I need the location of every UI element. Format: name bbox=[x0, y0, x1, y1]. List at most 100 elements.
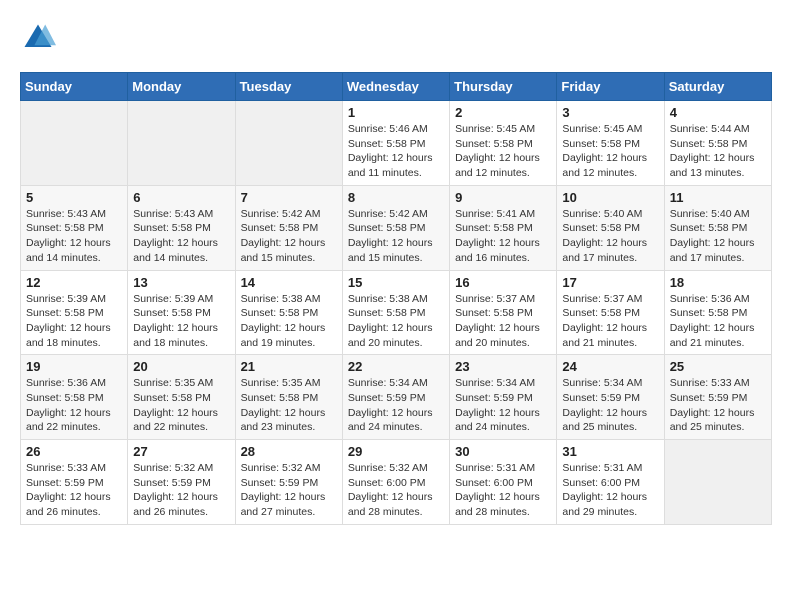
day-number: 14 bbox=[241, 275, 337, 290]
day-info: Sunrise: 5:35 AM Sunset: 5:58 PM Dayligh… bbox=[241, 376, 337, 435]
day-number: 15 bbox=[348, 275, 444, 290]
day-cell: 3 Sunrise: 5:45 AM Sunset: 5:58 PM Daylig… bbox=[557, 101, 664, 186]
day-info: Sunrise: 5:34 AM Sunset: 5:59 PM Dayligh… bbox=[455, 376, 551, 435]
day-number: 12 bbox=[26, 275, 122, 290]
weekday-header-row: SundayMondayTuesdayWednesdayThursdayFrid… bbox=[21, 73, 772, 101]
day-cell: 12 Sunrise: 5:39 AM Sunset: 5:58 PM Dayli… bbox=[21, 270, 128, 355]
day-cell: 9 Sunrise: 5:41 AM Sunset: 5:58 PM Daylig… bbox=[450, 185, 557, 270]
day-number: 22 bbox=[348, 359, 444, 374]
day-number: 9 bbox=[455, 190, 551, 205]
day-number: 5 bbox=[26, 190, 122, 205]
day-cell: 31 Sunrise: 5:31 AM Sunset: 6:00 PM Dayli… bbox=[557, 440, 664, 525]
day-cell: 14 Sunrise: 5:38 AM Sunset: 5:58 PM Dayli… bbox=[235, 270, 342, 355]
day-cell: 25 Sunrise: 5:33 AM Sunset: 5:59 PM Dayli… bbox=[664, 355, 771, 440]
day-number: 23 bbox=[455, 359, 551, 374]
day-info: Sunrise: 5:36 AM Sunset: 5:58 PM Dayligh… bbox=[670, 292, 766, 351]
day-info: Sunrise: 5:37 AM Sunset: 5:58 PM Dayligh… bbox=[455, 292, 551, 351]
day-number: 8 bbox=[348, 190, 444, 205]
day-info: Sunrise: 5:42 AM Sunset: 5:58 PM Dayligh… bbox=[348, 207, 444, 266]
day-number: 7 bbox=[241, 190, 337, 205]
day-number: 19 bbox=[26, 359, 122, 374]
day-cell: 28 Sunrise: 5:32 AM Sunset: 5:59 PM Dayli… bbox=[235, 440, 342, 525]
day-number: 3 bbox=[562, 105, 658, 120]
weekday-header-sunday: Sunday bbox=[21, 73, 128, 101]
page-header bbox=[20, 20, 772, 56]
day-number: 13 bbox=[133, 275, 229, 290]
day-info: Sunrise: 5:46 AM Sunset: 5:58 PM Dayligh… bbox=[348, 122, 444, 181]
day-info: Sunrise: 5:45 AM Sunset: 5:58 PM Dayligh… bbox=[455, 122, 551, 181]
day-info: Sunrise: 5:34 AM Sunset: 5:59 PM Dayligh… bbox=[348, 376, 444, 435]
weekday-header-friday: Friday bbox=[557, 73, 664, 101]
day-number: 21 bbox=[241, 359, 337, 374]
day-info: Sunrise: 5:39 AM Sunset: 5:58 PM Dayligh… bbox=[133, 292, 229, 351]
day-info: Sunrise: 5:32 AM Sunset: 6:00 PM Dayligh… bbox=[348, 461, 444, 520]
day-cell: 2 Sunrise: 5:45 AM Sunset: 5:58 PM Daylig… bbox=[450, 101, 557, 186]
day-cell: 20Sunrise: 5:35 AM Sunset: 5:58 PM Dayli… bbox=[128, 355, 235, 440]
week-row-4: 19 Sunrise: 5:36 AM Sunset: 5:58 PM Dayli… bbox=[21, 355, 772, 440]
day-info: Sunrise: 5:31 AM Sunset: 6:00 PM Dayligh… bbox=[562, 461, 658, 520]
day-cell bbox=[128, 101, 235, 186]
day-cell bbox=[235, 101, 342, 186]
day-cell: 4 Sunrise: 5:44 AM Sunset: 5:58 PM Daylig… bbox=[664, 101, 771, 186]
day-cell: 29 Sunrise: 5:32 AM Sunset: 6:00 PM Dayli… bbox=[342, 440, 449, 525]
day-cell: 10Sunrise: 5:40 AM Sunset: 5:58 PM Dayli… bbox=[557, 185, 664, 270]
day-info: Sunrise: 5:32 AM Sunset: 5:59 PM Dayligh… bbox=[241, 461, 337, 520]
day-info: Sunrise: 5:41 AM Sunset: 5:58 PM Dayligh… bbox=[455, 207, 551, 266]
day-info: Sunrise: 5:45 AM Sunset: 5:58 PM Dayligh… bbox=[562, 122, 658, 181]
day-number: 17 bbox=[562, 275, 658, 290]
day-info: Sunrise: 5:34 AM Sunset: 5:59 PM Dayligh… bbox=[562, 376, 658, 435]
day-number: 4 bbox=[670, 105, 766, 120]
day-cell: 8 Sunrise: 5:42 AM Sunset: 5:58 PM Daylig… bbox=[342, 185, 449, 270]
day-number: 27 bbox=[133, 444, 229, 459]
day-number: 31 bbox=[562, 444, 658, 459]
calendar-table: SundayMondayTuesdayWednesdayThursdayFrid… bbox=[20, 72, 772, 525]
weekday-header-thursday: Thursday bbox=[450, 73, 557, 101]
day-cell: 23 Sunrise: 5:34 AM Sunset: 5:59 PM Dayli… bbox=[450, 355, 557, 440]
day-info: Sunrise: 5:42 AM Sunset: 5:58 PM Dayligh… bbox=[241, 207, 337, 266]
day-cell: 15Sunrise: 5:38 AM Sunset: 5:58 PM Dayli… bbox=[342, 270, 449, 355]
logo bbox=[20, 20, 60, 56]
day-info: Sunrise: 5:40 AM Sunset: 5:58 PM Dayligh… bbox=[670, 207, 766, 266]
day-info: Sunrise: 5:36 AM Sunset: 5:58 PM Dayligh… bbox=[26, 376, 122, 435]
day-info: Sunrise: 5:44 AM Sunset: 5:58 PM Dayligh… bbox=[670, 122, 766, 181]
day-cell bbox=[21, 101, 128, 186]
day-cell: 1Sunrise: 5:46 AM Sunset: 5:58 PM Daylig… bbox=[342, 101, 449, 186]
day-number: 29 bbox=[348, 444, 444, 459]
week-row-1: 1Sunrise: 5:46 AM Sunset: 5:58 PM Daylig… bbox=[21, 101, 772, 186]
week-row-5: 26Sunrise: 5:33 AM Sunset: 5:59 PM Dayli… bbox=[21, 440, 772, 525]
day-number: 16 bbox=[455, 275, 551, 290]
day-number: 28 bbox=[241, 444, 337, 459]
day-cell: 11 Sunrise: 5:40 AM Sunset: 5:58 PM Dayli… bbox=[664, 185, 771, 270]
day-number: 20 bbox=[133, 359, 229, 374]
day-number: 25 bbox=[670, 359, 766, 374]
day-info: Sunrise: 5:38 AM Sunset: 5:58 PM Dayligh… bbox=[241, 292, 337, 351]
day-number: 11 bbox=[670, 190, 766, 205]
day-number: 2 bbox=[455, 105, 551, 120]
weekday-header-tuesday: Tuesday bbox=[235, 73, 342, 101]
day-number: 18 bbox=[670, 275, 766, 290]
day-info: Sunrise: 5:33 AM Sunset: 5:59 PM Dayligh… bbox=[670, 376, 766, 435]
day-cell: 26Sunrise: 5:33 AM Sunset: 5:59 PM Dayli… bbox=[21, 440, 128, 525]
weekday-header-saturday: Saturday bbox=[664, 73, 771, 101]
day-cell: 24 Sunrise: 5:34 AM Sunset: 5:59 PM Dayli… bbox=[557, 355, 664, 440]
day-info: Sunrise: 5:31 AM Sunset: 6:00 PM Dayligh… bbox=[455, 461, 551, 520]
day-cell: 17Sunrise: 5:37 AM Sunset: 5:58 PM Dayli… bbox=[557, 270, 664, 355]
logo-icon bbox=[20, 20, 56, 56]
day-cell: 5 Sunrise: 5:43 AM Sunset: 5:58 PM Daylig… bbox=[21, 185, 128, 270]
day-number: 24 bbox=[562, 359, 658, 374]
day-cell: 7 Sunrise: 5:42 AM Sunset: 5:58 PM Daylig… bbox=[235, 185, 342, 270]
day-cell: 6Sunrise: 5:43 AM Sunset: 5:58 PM Daylig… bbox=[128, 185, 235, 270]
day-info: Sunrise: 5:43 AM Sunset: 5:58 PM Dayligh… bbox=[133, 207, 229, 266]
day-cell: 16 Sunrise: 5:37 AM Sunset: 5:58 PM Dayli… bbox=[450, 270, 557, 355]
week-row-2: 5 Sunrise: 5:43 AM Sunset: 5:58 PM Daylig… bbox=[21, 185, 772, 270]
week-row-3: 12 Sunrise: 5:39 AM Sunset: 5:58 PM Dayli… bbox=[21, 270, 772, 355]
day-info: Sunrise: 5:39 AM Sunset: 5:58 PM Dayligh… bbox=[26, 292, 122, 351]
day-info: Sunrise: 5:43 AM Sunset: 5:58 PM Dayligh… bbox=[26, 207, 122, 266]
day-cell: 21 Sunrise: 5:35 AM Sunset: 5:58 PM Dayli… bbox=[235, 355, 342, 440]
day-cell: 27 Sunrise: 5:32 AM Sunset: 5:59 PM Dayli… bbox=[128, 440, 235, 525]
day-cell: 13 Sunrise: 5:39 AM Sunset: 5:58 PM Dayli… bbox=[128, 270, 235, 355]
day-info: Sunrise: 5:32 AM Sunset: 5:59 PM Dayligh… bbox=[133, 461, 229, 520]
day-number: 30 bbox=[455, 444, 551, 459]
day-info: Sunrise: 5:40 AM Sunset: 5:58 PM Dayligh… bbox=[562, 207, 658, 266]
weekday-header-monday: Monday bbox=[128, 73, 235, 101]
